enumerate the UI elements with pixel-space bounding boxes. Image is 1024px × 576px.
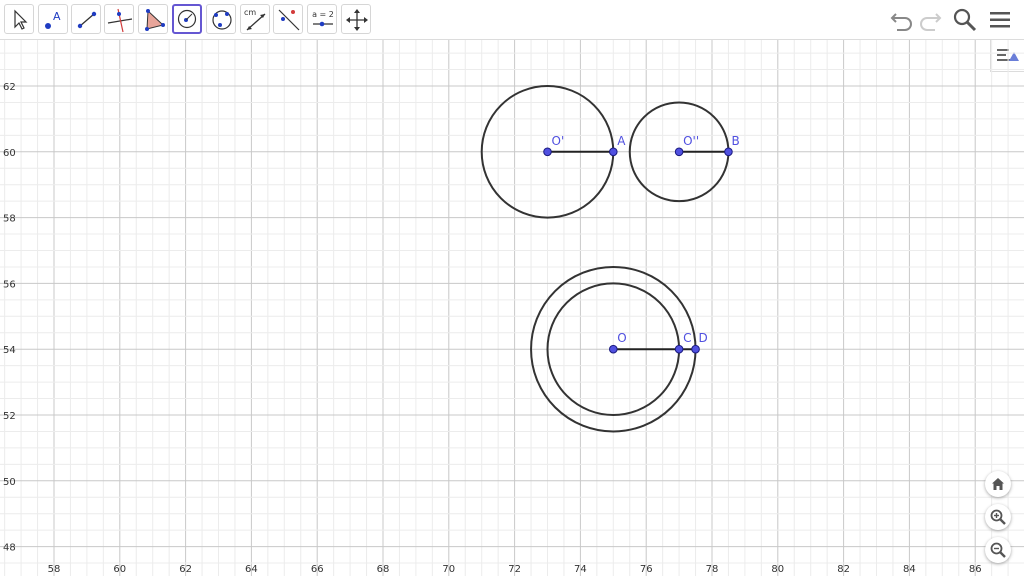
circle-three-points-icon: [212, 10, 232, 30]
point[interactable]: [609, 147, 618, 157]
x-tick-label: 64: [245, 564, 258, 575]
move-graphics-view-tool-button[interactable]: [341, 4, 371, 34]
point-label: O'': [683, 134, 699, 148]
graphics-view[interactable]: 58 60 62 64 66 68 70 72 74 76 78 80 82 84 86 62 60 58 56 5…: [0, 40, 1024, 576]
move-graphics-view-icon: [346, 9, 368, 31]
grid: [0, 40, 1024, 576]
point[interactable]: [724, 147, 733, 157]
point-label: A: [617, 134, 626, 148]
y-tick-label: 56: [3, 279, 16, 290]
slider-icon: a = 2: [312, 10, 334, 27]
point-icon: A: [45, 10, 61, 29]
x-tick-label: 68: [377, 564, 390, 575]
line-tool-button[interactable]: [71, 4, 101, 34]
polygon-tool-button[interactable]: [138, 4, 168, 34]
x-tick-label: 84: [903, 564, 916, 575]
x-tick-label: 70: [442, 564, 455, 575]
zoom-in-icon: [990, 509, 1006, 525]
circle-center-point-tool-button[interactable]: [172, 4, 202, 34]
y-tick-label: 62: [3, 82, 16, 93]
x-tick-label: 72: [508, 564, 521, 575]
x-tick-label: 62: [179, 564, 192, 575]
points: O' A O'' B O C D: [543, 134, 740, 354]
polygon-icon: [145, 9, 165, 31]
zoom-out-button[interactable]: [985, 537, 1011, 563]
x-tick-label: 80: [771, 564, 784, 575]
perpendicular-line-icon: [107, 8, 133, 33]
x-axis-tick-labels: 58 60 62 64 66 68 70 72 74 76 78 80 82 84 86: [48, 564, 982, 575]
x-tick-label: 66: [311, 564, 324, 575]
point[interactable]: [674, 344, 684, 354]
point[interactable]: [609, 344, 618, 354]
circle-center-point-icon: [177, 9, 197, 29]
y-tick-label: 58: [3, 214, 16, 225]
line-icon: [77, 11, 97, 29]
x-tick-label: 74: [574, 564, 587, 575]
point-tool-button[interactable]: A: [38, 4, 68, 34]
x-tick-label: 60: [113, 564, 126, 575]
point-tool-label: A: [53, 10, 61, 23]
reflect-icon: [278, 9, 300, 31]
point[interactable]: [674, 147, 684, 157]
y-tick-label: 60: [3, 148, 16, 159]
x-tick-label: 76: [640, 564, 653, 575]
y-tick-label: 50: [3, 477, 16, 488]
point-label: O: [617, 331, 626, 345]
arrow-cursor-icon: [14, 9, 28, 30]
point-label: O': [552, 134, 565, 148]
move-tool-button[interactable]: [4, 4, 34, 34]
menu-icon: [990, 12, 1010, 28]
search-icon: [953, 8, 977, 32]
y-tick-label: 52: [3, 411, 16, 422]
point-label: B: [731, 134, 739, 148]
zoom-out-icon: [990, 542, 1006, 558]
distance-icon: cm: [244, 8, 266, 31]
x-tick-label: 78: [706, 564, 719, 575]
redo-icon: [920, 13, 942, 31]
undo-button[interactable]: [888, 6, 916, 34]
y-tick-label: 48: [3, 543, 16, 554]
home-icon: [992, 478, 1004, 490]
reflect-tool-button[interactable]: [273, 4, 303, 34]
menu-button[interactable]: [986, 6, 1014, 34]
x-tick-label: 82: [837, 564, 850, 575]
home-button[interactable]: [985, 471, 1011, 497]
search-button[interactable]: [951, 6, 979, 34]
distance-tool-label: cm: [244, 8, 256, 17]
y-tick-label: 54: [3, 345, 16, 356]
redo-button[interactable]: [916, 6, 944, 34]
point-label: D: [699, 331, 708, 345]
toolbar: A cm a = 2: [0, 0, 1024, 40]
slider-tool-label: a = 2: [312, 10, 334, 19]
point-label: C: [683, 331, 691, 345]
zoom-in-button[interactable]: [985, 504, 1011, 530]
point[interactable]: [691, 344, 700, 354]
circle-three-points-tool-button[interactable]: [206, 4, 236, 34]
perpendicular-line-tool-button[interactable]: [104, 4, 134, 34]
x-tick-label: 58: [48, 564, 61, 575]
x-tick-label: 86: [969, 564, 982, 575]
point[interactable]: [543, 147, 552, 157]
undo-icon: [890, 13, 912, 31]
slider-tool-button[interactable]: a = 2: [307, 4, 337, 34]
distance-tool-button[interactable]: cm: [240, 4, 270, 34]
